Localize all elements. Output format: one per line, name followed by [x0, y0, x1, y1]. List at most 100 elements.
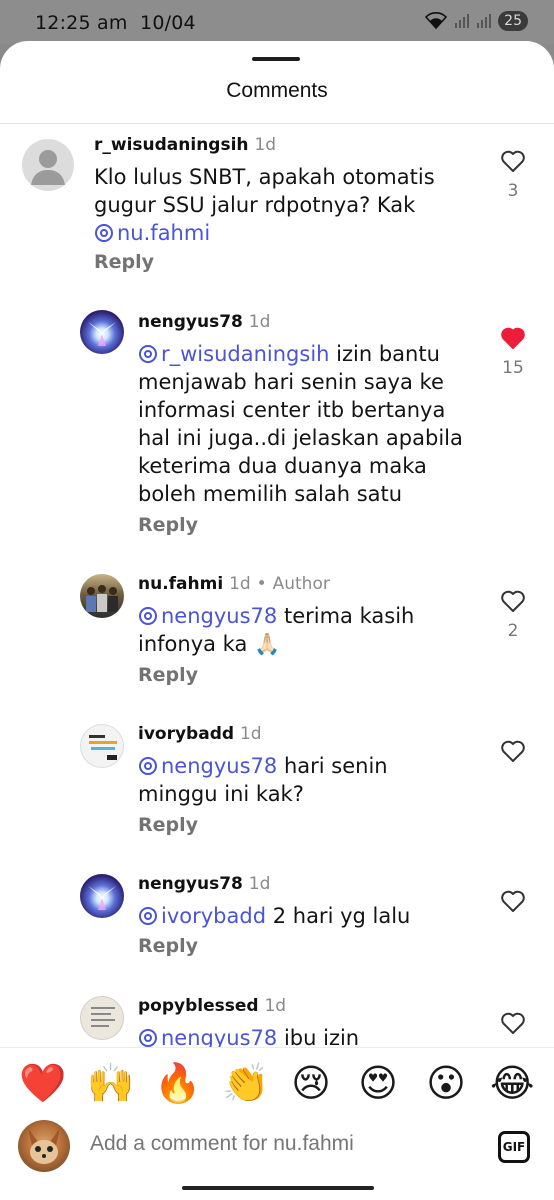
username-text[interactable]: nengyus78: [138, 874, 243, 894]
comment-line: izin bantu: [336, 342, 440, 366]
comment-line: boleh memilih salah satu: [138, 482, 403, 506]
bird-icon: [88, 886, 116, 910]
heart-filled-icon[interactable]: [500, 326, 526, 350]
heart-icon[interactable]: [500, 589, 526, 613]
heart-icon[interactable]: [500, 149, 526, 173]
fox-avatar-icon: [28, 1128, 60, 1164]
avatar[interactable]: [80, 874, 124, 918]
comment-line: menjawab hari senin saya ke: [138, 370, 444, 394]
mention-link[interactable]: ivorybadd: [138, 904, 266, 928]
avatar[interactable]: [80, 996, 124, 1040]
heart-icon[interactable]: [500, 1011, 526, 1035]
username-text[interactable]: r_wisudaningsih: [94, 135, 249, 155]
mention-link[interactable]: nengyus78: [138, 604, 277, 628]
group-photo-icon: [86, 585, 118, 612]
mention-text[interactable]: ivorybadd: [161, 904, 266, 928]
username[interactable]: r_wisudaningsih 1d: [94, 135, 276, 155]
separator: •: [256, 574, 267, 594]
raising-hands-emoji-button[interactable]: 🙌: [87, 1062, 134, 1104]
comment-line: hari senin: [283, 754, 388, 778]
comment-text: nengyus78 hari senin minggu ini kak?: [138, 752, 388, 808]
mention-text[interactable]: r_wisudaningsih: [161, 342, 329, 366]
comment-line: hal ini juga..di jelaskan apabila: [138, 426, 463, 450]
status-icons: 25: [424, 11, 528, 31]
username[interactable]: popyblessed 1d: [138, 996, 286, 1016]
reply-button[interactable]: Reply: [138, 664, 198, 686]
comment-line: minggu ini kak?: [138, 782, 304, 806]
current-user-avatar: [18, 1120, 70, 1172]
praying-hands-emoji: 🙏🏻: [254, 632, 281, 656]
comment-line: keterima dua duanya maka: [138, 454, 427, 478]
reply-button[interactable]: Reply: [138, 935, 198, 957]
reply-button[interactable]: Reply: [138, 814, 198, 836]
comment-line: terima kasih: [283, 604, 415, 628]
surprised-face-emoji-button[interactable]: 😮: [424, 1062, 468, 1104]
date: 10/04: [140, 12, 196, 34]
gif-button[interactable]: GIF: [498, 1131, 530, 1163]
crying-face-emoji-button[interactable]: 😢: [289, 1062, 333, 1104]
battery-indicator: 25: [498, 11, 528, 31]
mention-link[interactable]: nengyus78: [138, 754, 277, 778]
signal-icon-2: [477, 14, 492, 28]
reply-button[interactable]: Reply: [94, 251, 154, 273]
threads-icon: [95, 224, 113, 242]
timestamp: 1d: [248, 312, 271, 332]
emoji-reaction-bar: ❤️ 🙌 🔥 👏 😢 😍 😮 😂: [0, 1047, 554, 1119]
like-count: 2: [507, 621, 519, 641]
comment-text: nengyus78 terima kasih infonya ka 🙏🏻: [138, 602, 414, 658]
home-indicator[interactable]: [182, 1186, 374, 1190]
default-avatar-icon: [31, 150, 65, 185]
username-text[interactable]: popyblessed: [138, 996, 259, 1016]
timestamp: 1d: [254, 135, 277, 155]
timestamp: 1d: [264, 996, 287, 1016]
username[interactable]: nengyus78 1d: [138, 312, 270, 332]
comments-sheet: Comments r_wisudaningsih 1d Klo lulus SN…: [0, 41, 554, 1200]
mention-text[interactable]: nu.fahmi: [117, 221, 210, 245]
avatar[interactable]: [22, 139, 74, 191]
username[interactable]: nengyus78 1d: [138, 874, 270, 894]
status-time: 12:25 am 10/04: [35, 12, 196, 34]
laughing-face-emoji-button[interactable]: 😂: [490, 1062, 534, 1104]
heart-eyes-emoji-button[interactable]: 😍: [356, 1062, 400, 1104]
avatar[interactable]: [80, 724, 124, 768]
comment-line: gugur SSU jalur rdpotnya? Kak: [94, 193, 416, 217]
avatar[interactable]: [80, 574, 124, 618]
mention-link[interactable]: nu.fahmi: [94, 221, 210, 245]
avatar[interactable]: [80, 310, 124, 354]
threads-icon: [139, 1029, 157, 1047]
mention-link[interactable]: r_wisudaningsih: [138, 342, 329, 366]
timestamp: 1d: [229, 574, 251, 594]
timestamp: 1d: [239, 724, 262, 744]
text-logo-icon: [89, 735, 117, 760]
fire-emoji-button[interactable]: 🔥: [154, 1062, 201, 1104]
comment-input[interactable]: [90, 1132, 470, 1156]
heart-icon[interactable]: [500, 739, 526, 763]
comment-line: 2 hari yg lalu: [272, 904, 411, 928]
like-count: 3: [507, 181, 519, 201]
comment-line: infonya ka: [138, 632, 248, 656]
clock: 12:25 am: [35, 12, 128, 34]
reply-button[interactable]: Reply: [138, 514, 198, 536]
threads-icon: [139, 907, 157, 925]
mention-text[interactable]: nengyus78: [161, 604, 277, 628]
username[interactable]: ivorybadd 1d: [138, 724, 262, 744]
like-count: 15: [502, 358, 524, 378]
wifi-icon: [425, 12, 448, 30]
comment-text: r_wisudaningsih izin bantu menjawab hari…: [138, 340, 463, 508]
signal-icon: [455, 14, 470, 28]
bird-icon: [88, 322, 116, 346]
mention-text[interactable]: nengyus78: [161, 754, 277, 778]
username-text[interactable]: nengyus78: [138, 312, 243, 332]
threads-icon: [139, 607, 157, 625]
comment-text: Klo lulus SNBT, apakah otomatis gugur SS…: [94, 163, 435, 247]
username[interactable]: nu.fahmi 1d • Author: [138, 574, 330, 594]
heart-emoji-button[interactable]: ❤️: [19, 1062, 66, 1104]
status-bar: 12:25 am 10/04 25: [0, 0, 554, 44]
comment-line: informasi center itb bertanya: [138, 398, 446, 422]
threads-icon: [139, 345, 157, 363]
username-text[interactable]: nu.fahmi: [138, 574, 223, 594]
timestamp: 1d: [248, 874, 271, 894]
username-text[interactable]: ivorybadd: [138, 724, 234, 744]
heart-icon[interactable]: [500, 889, 526, 913]
clapping-hands-emoji-button[interactable]: 👏: [222, 1062, 269, 1104]
